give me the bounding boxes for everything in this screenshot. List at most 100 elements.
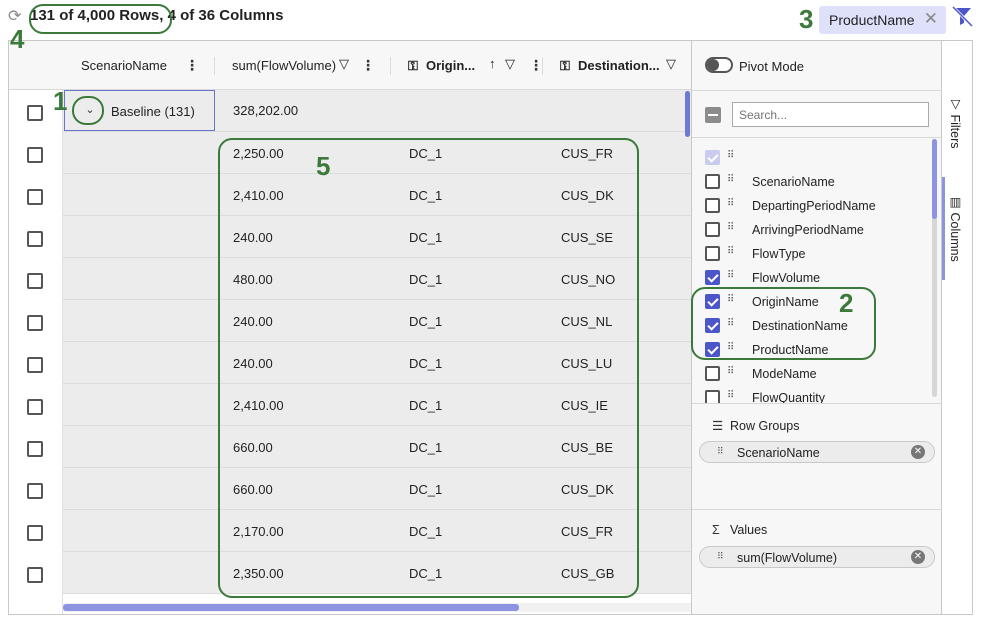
row-checkbox[interactable] — [27, 231, 43, 247]
callout-number-4: 4 — [10, 24, 25, 54]
drag-handle-icon[interactable]: ⠿ — [717, 446, 724, 457]
divider — [692, 509, 943, 510]
select-all-columns-checkbox[interactable] — [705, 107, 721, 123]
divider — [692, 90, 943, 91]
tab-columns[interactable]: ▥ Columns — [948, 194, 963, 262]
drag-handle-icon[interactable]: ⠿ — [727, 246, 734, 257]
sigma-icon: Σ — [712, 523, 720, 537]
values-header: Σ Values — [712, 523, 767, 537]
callout-box-5 — [218, 138, 639, 598]
tab-filters[interactable]: ▽ Filters — [948, 96, 963, 149]
key-icon: ⚿ — [560, 58, 570, 73]
drag-handle-icon[interactable]: ⠿ — [727, 270, 734, 281]
values-pill[interactable]: ⠿ sum(FlowVolume) ✕ — [699, 546, 935, 568]
group-sum: 328,202.00 — [233, 103, 299, 118]
divider — [692, 403, 943, 404]
row-group-pill[interactable]: ⠿ ScenarioName ✕ — [699, 441, 935, 463]
column-header-flowvolume[interactable]: sum(FlowVolume) — [232, 58, 336, 73]
columns-icon: ▥ — [948, 194, 962, 213]
remove-icon[interactable]: ✕ — [911, 550, 925, 564]
callout-number-3: 3 — [799, 4, 814, 34]
column-checkbox[interactable] — [705, 246, 720, 261]
callout-number-1: 1 — [53, 86, 68, 116]
row-checkbox[interactable] — [27, 189, 43, 205]
column-list: ⠿ ⠿ ScenarioName ⠿ DepartingPeriodName ⠿… — [692, 138, 943, 403]
row-checkbox[interactable] — [27, 357, 43, 373]
column-header-scenario[interactable]: ScenarioName — [81, 58, 167, 73]
row-checkbox[interactable] — [27, 399, 43, 415]
tab-filters-label: Filters — [948, 114, 962, 149]
row-checkbox[interactable] — [27, 105, 43, 121]
column-menu-icon[interactable]: ⋮ — [185, 57, 199, 74]
tab-columns-label: Columns — [948, 212, 962, 262]
row-checkbox[interactable] — [27, 273, 43, 289]
row-checkbox[interactable] — [27, 525, 43, 541]
values-pill-label: sum(FlowVolume) — [737, 551, 838, 565]
filter-chip-label: ProductName — [829, 12, 915, 28]
column-checkbox[interactable] — [705, 174, 720, 189]
callout-box-1 — [72, 96, 104, 125]
drag-handle-icon[interactable]: ⠿ — [727, 150, 734, 161]
side-tab-strip: ▽ Filters ▥ Columns — [942, 40, 973, 615]
column-list-label: ScenarioName — [752, 175, 835, 189]
drag-handle-icon[interactable]: ⠿ — [727, 222, 734, 233]
row-groups-label: Row Groups — [730, 419, 800, 433]
selection-column — [9, 90, 63, 614]
pivot-mode-label: Pivot Mode — [739, 59, 805, 74]
column-checkbox[interactable] — [705, 390, 720, 403]
sort-asc-icon[interactable]: ↑ — [489, 56, 496, 71]
column-divider[interactable] — [390, 57, 391, 75]
row-checkbox[interactable] — [27, 567, 43, 583]
column-menu-icon[interactable]: ⋮ — [529, 57, 543, 74]
active-tab-indicator — [942, 177, 945, 280]
filter-icon[interactable]: ▽ — [339, 56, 349, 72]
callout-number-5: 5 — [316, 151, 331, 181]
column-checkbox[interactable] — [705, 270, 720, 285]
row-checkbox[interactable] — [27, 315, 43, 331]
column-list-label: FlowVolume — [752, 271, 821, 285]
column-checkbox[interactable] — [705, 150, 720, 165]
filter-clear-icon[interactable] — [950, 4, 974, 28]
column-header-origin[interactable]: Origin... — [426, 58, 475, 73]
row-groups-header: ☰ Row Groups — [712, 418, 799, 433]
group-row[interactable]: ⌄ Baseline (131) 328,202.00 — [63, 90, 691, 132]
drag-handle-icon[interactable]: ⠿ — [727, 390, 734, 401]
column-list-label: ArrivingPeriodName — [752, 223, 864, 237]
column-header-destination[interactable]: Destination... — [578, 58, 660, 73]
key-icon: ⚿ — [408, 58, 418, 73]
callout-box-4 — [29, 4, 172, 34]
remove-icon[interactable]: ✕ — [911, 445, 925, 459]
drag-handle-icon[interactable]: ⠿ — [717, 551, 724, 562]
filter-icon[interactable]: ▽ — [666, 56, 676, 72]
close-icon[interactable]: ✕ — [924, 9, 938, 29]
horizontal-scrollbar[interactable] — [63, 604, 519, 611]
filter-icon: ▽ — [948, 96, 962, 115]
column-divider[interactable] — [214, 57, 215, 75]
active-filter-chip[interactable]: ProductName ✕ — [819, 6, 946, 34]
filter-icon[interactable]: ▽ — [505, 56, 515, 72]
column-menu-icon[interactable]: ⋮ — [361, 57, 375, 74]
column-checkbox[interactable] — [705, 222, 720, 237]
vertical-scrollbar[interactable] — [685, 91, 690, 137]
column-checkbox[interactable] — [705, 366, 720, 381]
drag-handle-icon[interactable]: ⠿ — [727, 198, 734, 209]
group-label: Baseline (131) — [111, 104, 195, 119]
row-checkbox[interactable] — [27, 483, 43, 499]
row-checkbox[interactable] — [27, 441, 43, 457]
row-groups-icon: ☰ — [712, 419, 724, 433]
drag-handle-icon[interactable]: ⠿ — [727, 366, 734, 377]
drag-handle-icon[interactable]: ⠿ — [727, 174, 734, 185]
column-checkbox[interactable] — [705, 198, 720, 213]
column-list-label: FlowType — [752, 247, 806, 261]
column-search-input[interactable] — [732, 102, 929, 127]
grid-header: ScenarioName ⋮ sum(FlowVolume) ▽ ⋮ ⚿ Ori… — [9, 41, 691, 90]
pivot-mode-toggle[interactable] — [705, 57, 733, 73]
callout-number-2: 2 — [839, 288, 854, 318]
column-divider[interactable] — [542, 57, 543, 75]
panel-scrollbar[interactable] — [932, 139, 937, 219]
column-list-label: FlowQuantity — [752, 391, 825, 403]
row-group-pill-label: ScenarioName — [737, 446, 820, 460]
values-label: Values — [730, 523, 768, 537]
row-checkbox[interactable] — [27, 147, 43, 163]
column-list-label: ModeName — [752, 367, 817, 381]
